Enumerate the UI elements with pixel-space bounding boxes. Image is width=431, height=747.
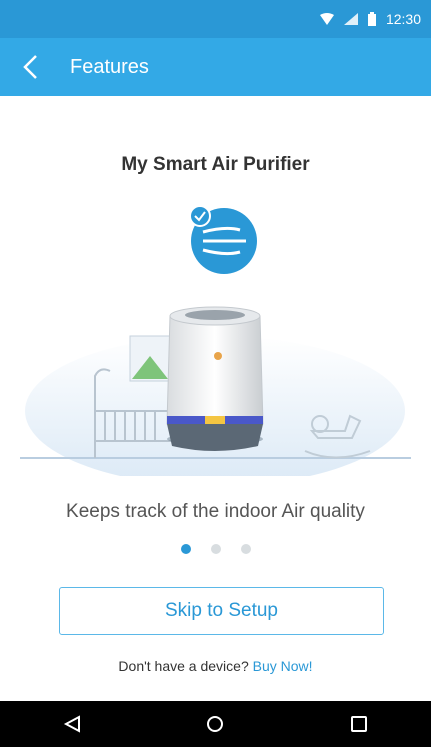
buy-now-link[interactable]: Buy Now!	[253, 658, 313, 674]
skip-to-setup-button[interactable]: Skip to Setup	[59, 587, 384, 635]
page-dot-1[interactable]	[180, 544, 191, 554]
back-icon	[63, 715, 80, 733]
feature-caption: Keeps track of the indoor Air quality	[66, 501, 365, 522]
wifi-icon	[319, 13, 334, 25]
home-icon	[207, 716, 224, 732]
status-bar: 12:30	[0, 0, 431, 38]
signal-icon	[343, 13, 358, 25]
page-title: Features	[70, 55, 149, 78]
nav-back-button[interactable]	[42, 701, 102, 747]
page-indicator	[0, 544, 431, 554]
purifier-device-icon	[166, 306, 264, 451]
no-device-text: Don't have a device?	[118, 658, 249, 674]
app-bar: Features	[0, 38, 431, 96]
page-dot-3[interactable]	[240, 544, 251, 554]
nav-recents-button[interactable]	[329, 701, 389, 747]
device-title: My Smart Air Purifier	[121, 154, 310, 175]
air-purifier-illustration	[20, 206, 411, 476]
nav-home-button[interactable]	[185, 701, 245, 747]
status-time: 12:30	[385, 11, 421, 27]
buy-now-row: Don't have a device? Buy Now!	[0, 658, 431, 674]
air-flow-icon	[189, 206, 257, 274]
chevron-left-icon	[23, 55, 37, 79]
battery-icon	[367, 12, 376, 26]
page-dot-2[interactable]	[210, 544, 221, 554]
feature-content: My Smart Air Purifier Keeps track of the…	[0, 96, 431, 701]
recents-icon	[351, 716, 368, 732]
system-nav-bar	[0, 701, 431, 747]
back-button[interactable]	[0, 38, 60, 96]
